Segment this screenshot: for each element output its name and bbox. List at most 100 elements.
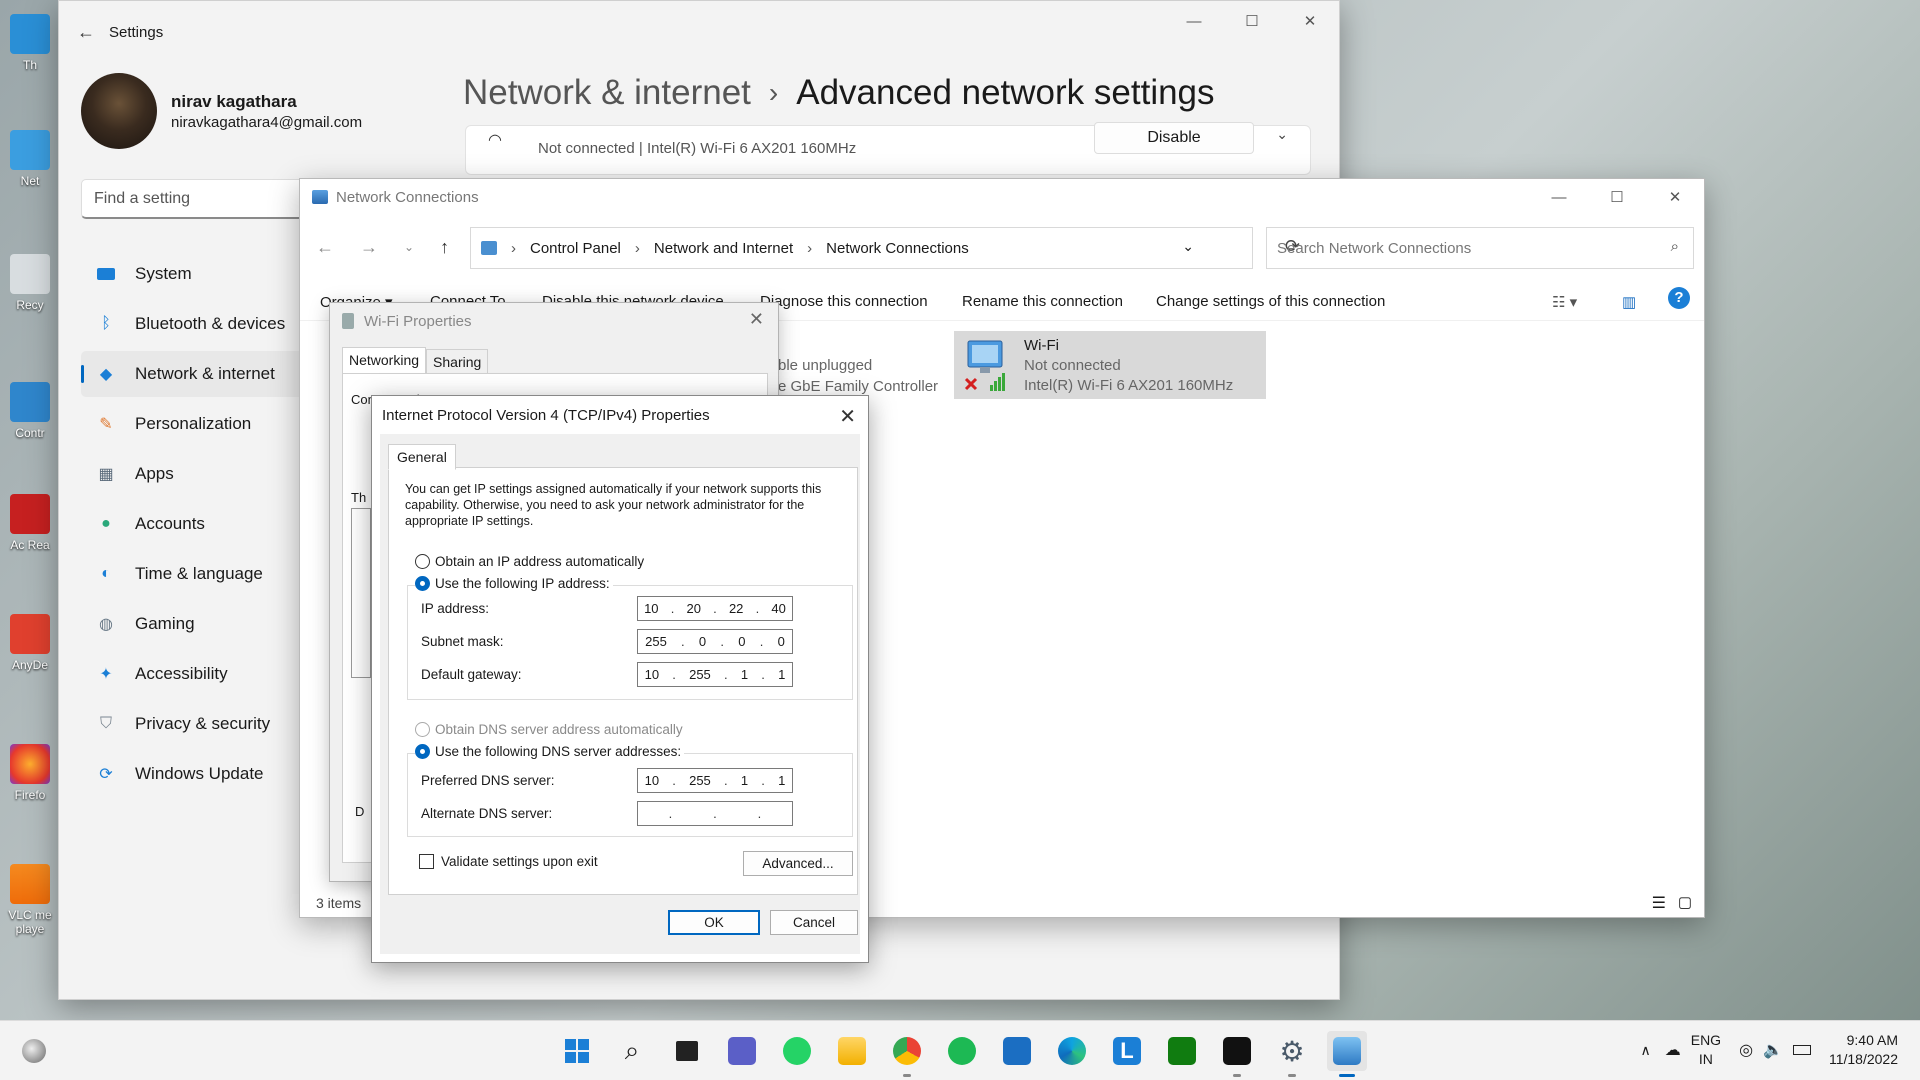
crumb-control-panel[interactable]: Control Panel: [530, 240, 621, 257]
sidebar-item-windows-update[interactable]: ⟳ Windows Update: [81, 751, 321, 797]
chat-icon[interactable]: [722, 1031, 762, 1071]
spotify-icon[interactable]: [942, 1031, 982, 1071]
task-view-icon[interactable]: [667, 1031, 707, 1071]
sidebar-item-time-language[interactable]: ◐ Time & language: [81, 551, 321, 597]
find-setting-input[interactable]: Find a setting: [81, 179, 321, 219]
help-icon[interactable]: ?: [1668, 287, 1690, 309]
sidebar-item-personalization[interactable]: ✎ Personalization: [81, 401, 321, 447]
change-settings-command[interactable]: Change settings of this connection: [1156, 293, 1385, 310]
sidebar-item-accessibility[interactable]: ✦ Accessibility: [81, 651, 321, 697]
settings-title: Settings: [109, 23, 164, 41]
desktop-icon-recycle-bin[interactable]: Recy: [4, 254, 56, 312]
sidebar-item-network[interactable]: ◆ Network & internet: [81, 351, 321, 397]
tab-general[interactable]: General: [388, 444, 456, 470]
sidebar-item-system[interactable]: System: [81, 251, 321, 297]
close-icon[interactable]: ✕: [749, 309, 764, 330]
ok-button[interactable]: OK: [668, 910, 760, 935]
chrome-icon[interactable]: [887, 1031, 927, 1077]
store-icon[interactable]: [997, 1031, 1037, 1071]
wifi-name: Wi-Fi: [1024, 337, 1059, 354]
sidebar-item-gaming[interactable]: ◍ Gaming: [81, 601, 321, 647]
diagnose-command[interactable]: Diagnose this connection: [760, 293, 928, 310]
details-view-icon[interactable]: ☰: [1652, 893, 1666, 913]
address-bar[interactable]: › Control Panel › Network and Internet ›…: [470, 227, 1300, 269]
chevron-up-icon[interactable]: ∧: [1640, 1042, 1650, 1059]
search-icon[interactable]: ⌕: [612, 1031, 652, 1071]
crumb-network-internet[interactable]: Network and Internet: [654, 240, 793, 257]
globe-network-icon[interactable]: ◎: [1739, 1040, 1753, 1060]
desktop-icon-control-panel[interactable]: Contr: [4, 382, 56, 440]
minimize-icon[interactable]: —: [1530, 177, 1588, 217]
terminal-icon[interactable]: [1217, 1031, 1257, 1077]
alternate-dns-field[interactable]: . . .: [637, 801, 793, 826]
large-icons-view-icon[interactable]: ▢: [1678, 893, 1692, 911]
maximize-icon[interactable]: ☐: [1223, 1, 1281, 41]
desktop-icon-acrobat-reader[interactable]: Ac Rea: [4, 494, 56, 552]
items-list-fragment[interactable]: [351, 508, 371, 678]
subnet-mask-field[interactable]: 255. 0. 0. 0: [637, 629, 793, 654]
back-arrow-icon[interactable]: ←: [316, 237, 334, 258]
ethernet-status: ble unplugged: [778, 357, 873, 374]
use-following-dns-radio[interactable]: Use the following DNS server addresses:: [415, 744, 685, 759]
settings-icon[interactable]: ⚙: [1272, 1031, 1312, 1077]
advanced-button[interactable]: Advanced...: [743, 851, 853, 876]
desktop-icon-this-pc[interactable]: Th: [4, 14, 56, 72]
clock[interactable]: 9:40 AM 11/18/2022: [1829, 1031, 1898, 1069]
recent-chevron-icon[interactable]: ⌄: [404, 237, 414, 258]
sidebar-item-bluetooth[interactable]: ᛒ Bluetooth & devices: [81, 301, 321, 347]
desktop-icon-vlc[interactable]: VLC me playe: [4, 864, 56, 936]
preview-pane-icon[interactable]: ▥: [1622, 293, 1636, 311]
language-indicator[interactable]: ENG IN: [1691, 1031, 1721, 1069]
cancel-button[interactable]: Cancel: [770, 910, 858, 935]
obtain-dns-auto-radio[interactable]: Obtain DNS server address automatically: [415, 722, 683, 737]
crumb-network-connections[interactable]: Network Connections: [826, 240, 969, 257]
sidebar-item-privacy[interactable]: ⛉ Privacy & security: [81, 701, 321, 747]
l-app-icon[interactable]: L: [1107, 1031, 1147, 1071]
start-icon[interactable]: [557, 1031, 597, 1071]
ip-address-field[interactable]: 10. 20. 22. 40: [637, 596, 793, 621]
volume-icon[interactable]: 🔈: [1763, 1040, 1783, 1060]
chevron-right-icon: ›: [807, 239, 813, 257]
desktop-icon-network[interactable]: Net: [4, 130, 56, 188]
desktop-icon-anydesk[interactable]: AnyDe: [4, 614, 56, 672]
sidebar-item-apps[interactable]: ▦ Apps: [81, 451, 321, 497]
address-dropdown-icon[interactable]: ⌄: [1182, 238, 1194, 255]
disable-button[interactable]: Disable: [1094, 122, 1254, 154]
chevron-down-icon[interactable]: ⌄: [1276, 126, 1288, 143]
obtain-ip-auto-radio[interactable]: Obtain an IP address automatically: [415, 554, 644, 569]
subnet-mask-label: Subnet mask:: [421, 634, 504, 649]
mask-octet-3: 0: [738, 634, 746, 649]
file-explorer-icon[interactable]: [832, 1031, 872, 1071]
preferred-dns-field[interactable]: 10. 255. 1. 1: [637, 768, 793, 793]
close-icon[interactable]: ✕: [1646, 177, 1704, 217]
weather-widget-icon[interactable]: [22, 1039, 46, 1063]
back-arrow-icon[interactable]: ←: [77, 22, 109, 43]
forward-arrow-icon[interactable]: →: [360, 237, 378, 258]
maximize-icon[interactable]: ☐: [1588, 177, 1646, 217]
close-icon[interactable]: ✕: [839, 404, 856, 429]
desktop-icon-firefox[interactable]: Firefo: [4, 744, 56, 802]
search-network-connections-input[interactable]: Search Network Connections ⌕: [1266, 227, 1694, 269]
tab-networking[interactable]: Networking: [342, 347, 427, 374]
rename-command[interactable]: Rename this connection: [962, 293, 1123, 310]
view-options-icon[interactable]: ☷ ▾: [1552, 293, 1577, 311]
close-icon[interactable]: ✕: [1281, 1, 1339, 41]
whatsapp-icon[interactable]: [777, 1031, 817, 1071]
ethernet-tile-fragment[interactable]: ble unplugged e GbE Family Controller: [778, 355, 938, 397]
battery-icon[interactable]: [1792, 1045, 1811, 1055]
xbox-icon[interactable]: [1162, 1031, 1202, 1071]
edge-icon[interactable]: [1052, 1031, 1092, 1071]
use-following-ip-radio[interactable]: Use the following IP address:: [415, 576, 613, 591]
network-connections-icon[interactable]: [1327, 1031, 1367, 1077]
breadcrumb-parent[interactable]: Network & internet: [463, 73, 751, 113]
validate-settings-checkbox[interactable]: Validate settings upon exit: [419, 854, 598, 869]
tab-sharing[interactable]: Sharing: [426, 349, 489, 374]
wifi-connection-tile[interactable]: Wi-Fi Not connected Intel(R) Wi-Fi 6 AX2…: [954, 331, 1266, 399]
minimize-icon[interactable]: —: [1165, 1, 1223, 41]
avatar[interactable]: [81, 73, 157, 149]
onedrive-icon[interactable]: ☁: [1665, 1040, 1681, 1060]
up-arrow-icon[interactable]: ↑: [440, 237, 449, 258]
sidebar-item-accounts[interactable]: ● Accounts: [81, 501, 321, 547]
wifi-signal-icon: ◠: [488, 132, 502, 149]
default-gateway-field[interactable]: 10. 255. 1. 1: [637, 662, 793, 687]
